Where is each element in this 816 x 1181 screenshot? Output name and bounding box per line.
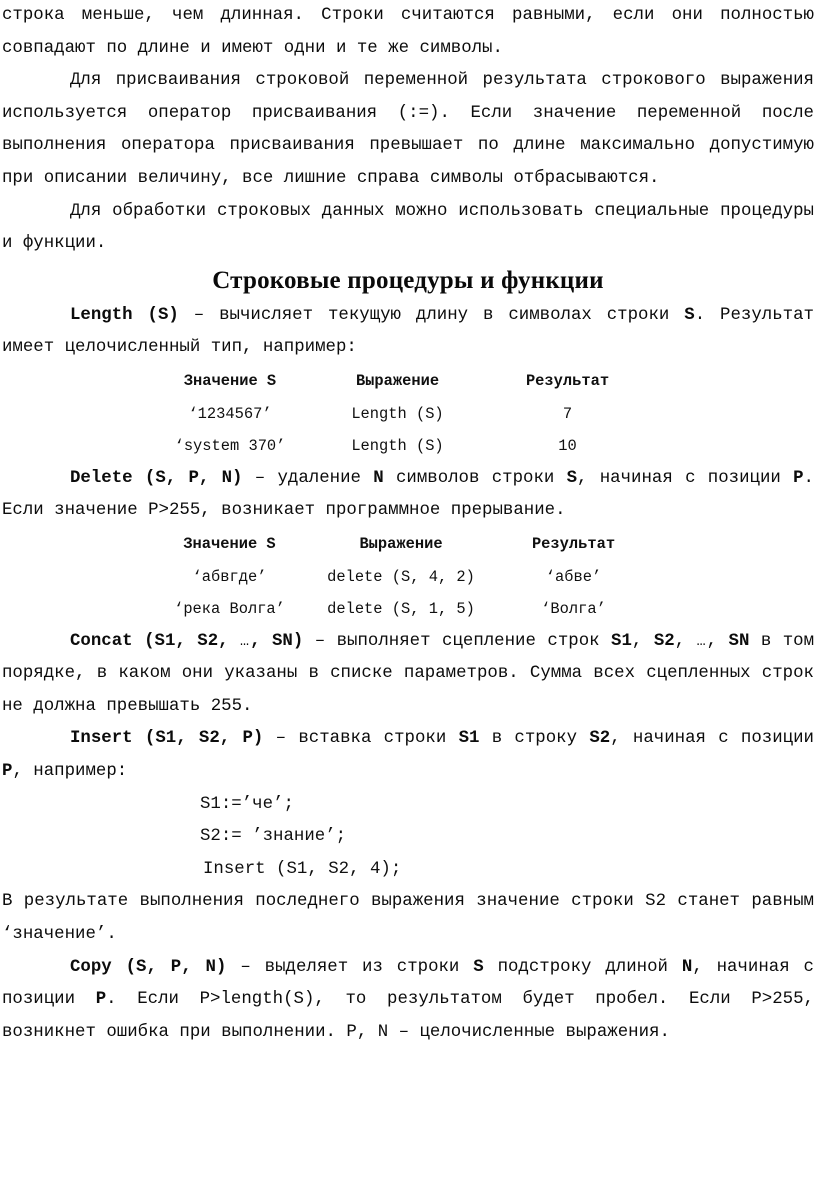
delete-param-s: S bbox=[566, 468, 578, 488]
spacer-cell bbox=[656, 593, 816, 626]
paragraph-insert-description: Insert (S1, S2, P) – вставка строки S1 в… bbox=[0, 723, 816, 788]
copy-param-p: P bbox=[95, 990, 107, 1010]
spacer-cell bbox=[0, 430, 150, 463]
table-length-r0-c1: Length (S) bbox=[351, 404, 444, 423]
length-text-1: вычисляет текущую длину в символах строк… bbox=[219, 305, 685, 325]
delete-text-2: символов строки bbox=[383, 468, 567, 488]
table-delete-header-2: Результат bbox=[531, 534, 616, 553]
spacer-cell bbox=[0, 365, 150, 398]
section-heading-string-procedures: Строковые процедуры и функции bbox=[212, 266, 604, 294]
table-length-header-1: Выражение bbox=[355, 371, 440, 390]
spacer-cell bbox=[650, 398, 816, 431]
concat-comma-1: , bbox=[631, 631, 654, 651]
copy-text-4: . Если P>length(S), то результатом будет… bbox=[2, 990, 814, 1042]
table-length-r1-c0: ‘system 370’ bbox=[174, 437, 286, 456]
function-signature-length: Length (S) bbox=[70, 305, 179, 325]
table-delete-r1-c2: ‘Волга’ bbox=[541, 600, 606, 619]
spacer-cell bbox=[650, 430, 816, 463]
insert-text-3: , начиная с позиции bbox=[610, 729, 814, 749]
spacer-cell bbox=[656, 561, 816, 594]
concat-param-s2: S2 bbox=[653, 631, 675, 651]
table-header-row: Значение S Выражение Результат bbox=[0, 528, 816, 561]
table-length-header-2: Результат bbox=[525, 371, 610, 390]
table-delete: Значение S Выражение Результат ‘абвгде’ … bbox=[0, 528, 816, 626]
insert-text-2: в строку bbox=[479, 729, 590, 749]
table-row: ‘река Волга’ delete (S, 1, 5) ‘Волга’ bbox=[0, 593, 816, 626]
delete-dash: – bbox=[242, 468, 278, 488]
copy-param-n: N bbox=[681, 957, 693, 977]
paragraph-processing: Для обработки строковых данных можно исп… bbox=[2, 201, 814, 254]
table-delete-r0-c1: delete (S, 4, 2) bbox=[327, 567, 475, 586]
table-delete-r0-c0: ‘абвгде’ bbox=[192, 567, 267, 586]
table-length-r1-c1: Length (S) bbox=[351, 437, 444, 456]
function-signature-delete: Delete (S, P, N) bbox=[70, 468, 243, 488]
paragraph-assignment: Для присваивания строковой переменной ре… bbox=[2, 71, 814, 188]
spacer-cell bbox=[656, 528, 816, 561]
insert-param-s1: S1 bbox=[458, 729, 480, 749]
table-length-header-0: Значение S bbox=[183, 371, 277, 390]
paragraph-copy-description: Copy (S, P, N) – выделяет из строки S по… bbox=[0, 952, 816, 1050]
paragraph-delete-description: Delete (S, P, N) – удаление N символов с… bbox=[0, 463, 816, 528]
paragraph-length-description: Length (S) – вычисляет текущую длину в с… bbox=[0, 300, 816, 365]
insert-param-p: P bbox=[2, 762, 13, 782]
function-signature-copy: Copy (S, P, N) bbox=[70, 957, 227, 977]
code-line-1: S1:=’че’; bbox=[200, 794, 294, 814]
concat-signature-ellipsis: … bbox=[240, 632, 251, 650]
function-signature-concat-part1: Concat (S1, S2, bbox=[70, 631, 241, 651]
paragraph-continued: строка меньше, чем длинная. Строки счита… bbox=[0, 0, 816, 65]
copy-param-s: S bbox=[473, 957, 484, 977]
function-signature-insert: Insert (S1, S2, P) bbox=[70, 729, 264, 749]
concat-text-ellipsis: … bbox=[696, 632, 707, 650]
table-header-row: Значение S Выражение Результат bbox=[0, 365, 816, 398]
insert-param-s2: S2 bbox=[589, 729, 611, 749]
concat-comma-3: , bbox=[706, 631, 729, 651]
function-signature-concat-part2: , SN) bbox=[250, 631, 304, 651]
concat-dash: – bbox=[303, 631, 337, 651]
code-line-3: Insert (S1, S2, 4); bbox=[203, 859, 402, 879]
spacer-cell bbox=[0, 593, 148, 626]
table-delete-r1-c0: ‘река Волга’ bbox=[174, 600, 285, 619]
spacer-cell bbox=[650, 365, 816, 398]
spacer-cell bbox=[0, 398, 150, 431]
spacer-cell bbox=[0, 528, 148, 561]
delete-text-1: удаление bbox=[277, 468, 374, 488]
insert-text-4: , например: bbox=[12, 762, 128, 782]
concat-text-1: выполняет сцепление строк bbox=[336, 631, 612, 651]
table-row: ‘абвгде’ delete (S, 4, 2) ‘абве’ bbox=[0, 561, 816, 594]
document-page: строка меньше, чем длинная. Строки счита… bbox=[0, 0, 816, 1181]
copy-dash: – bbox=[226, 957, 265, 977]
delete-param-n: N bbox=[373, 468, 384, 488]
table-delete-wrapper: Значение S Выражение Результат ‘абвгде’ … bbox=[0, 528, 816, 626]
table-delete-r0-c2: ‘абве’ bbox=[545, 567, 602, 586]
concat-comma-2: , bbox=[674, 631, 697, 651]
insert-dash: – bbox=[263, 729, 299, 749]
spacer-cell bbox=[0, 561, 148, 594]
table-length-r1-c2: 10 bbox=[558, 437, 577, 456]
copy-text-1: выделяет из строки bbox=[264, 957, 474, 977]
table-length-wrapper: Значение S Выражение Результат ‘1234567’… bbox=[0, 365, 816, 463]
table-delete-r1-c1: delete (S, 1, 5) bbox=[327, 600, 475, 619]
table-row: ‘system 370’ Length (S) 10 bbox=[0, 430, 816, 463]
table-delete-header-1: Выражение bbox=[359, 534, 443, 553]
copy-text-2: подстроку длиной bbox=[483, 957, 682, 977]
code-example-block: S1:=’че’; S2:= ’знание’; Insert (S1, S2,… bbox=[0, 789, 816, 887]
paragraph-after-code: В результате выполнения последнего выраж… bbox=[2, 892, 814, 945]
table-length-r0-c0: ‘1234567’ bbox=[188, 404, 272, 423]
paragraph-continued-text: строка меньше, чем длинная. Строки счита… bbox=[2, 6, 655, 25]
code-line-2: S2:= ’знание’; bbox=[200, 827, 347, 847]
table-delete-header-0: Значение S bbox=[183, 534, 276, 553]
insert-text-1: вставка строки bbox=[298, 729, 459, 749]
concat-param-sn: SN bbox=[728, 631, 750, 651]
table-row: ‘1234567’ Length (S) 7 bbox=[0, 398, 816, 431]
concat-param-s1: S1 bbox=[611, 631, 632, 651]
table-length: Значение S Выражение Результат ‘1234567’… bbox=[0, 365, 816, 463]
table-length-r0-c2: 7 bbox=[562, 404, 573, 423]
delete-param-p: P bbox=[793, 468, 804, 488]
paragraph-concat-description: Concat (S1, S2, …, SN) – выполняет сцепл… bbox=[0, 626, 816, 724]
delete-text-3: , начиная с позиции bbox=[577, 468, 794, 488]
length-param-s: S bbox=[684, 305, 695, 325]
length-dash: – bbox=[178, 305, 220, 325]
